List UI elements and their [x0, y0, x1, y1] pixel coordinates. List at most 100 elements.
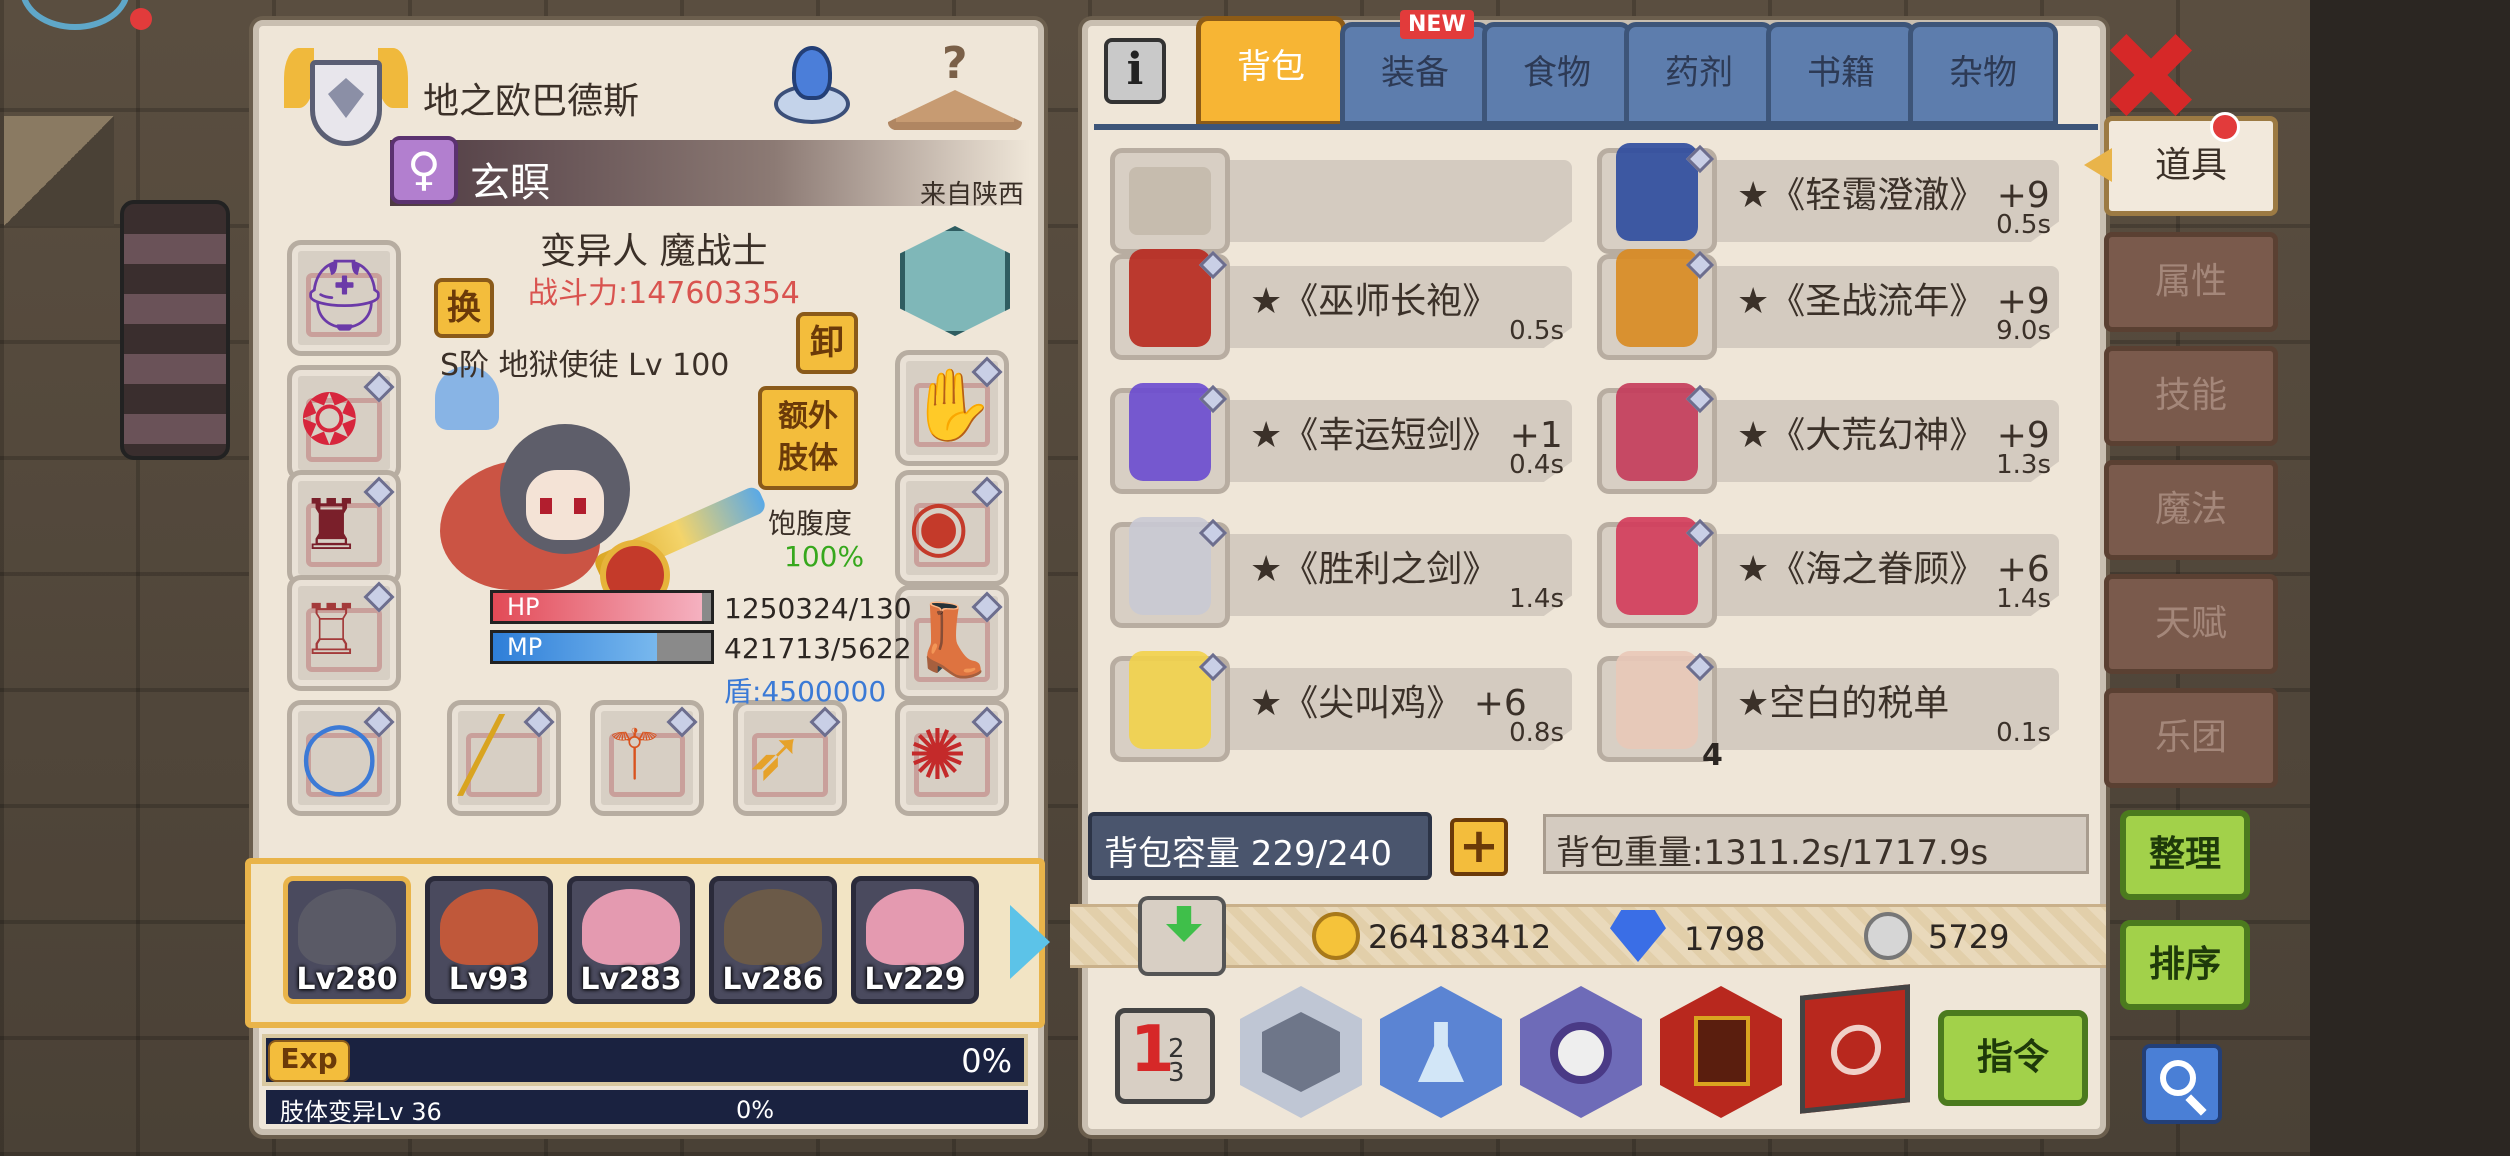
item-label-bar — [1220, 160, 1572, 242]
inventory-item[interactable]: ★《胜利之剑》 1.4s — [1110, 517, 1590, 628]
tab-backpack[interactable]: 背包 — [1196, 16, 1346, 126]
equip-slot-belt[interactable]: ◉ — [895, 470, 1009, 586]
info-icon[interactable]: i — [1104, 38, 1166, 104]
crystal-orb-icon[interactable] — [760, 40, 864, 136]
inventory-item[interactable]: ★《大荒幻神》 +9 1.3s — [1597, 383, 2077, 494]
satiety-label: 饱腹度 — [768, 507, 853, 540]
tab-food[interactable]: 食物 — [1482, 22, 1632, 126]
equip-slot-bow[interactable]: ➶ — [733, 700, 847, 816]
capacity-box: 背包容量 229/240 — [1088, 812, 1432, 880]
inventory-item[interactable] — [1110, 148, 1590, 254]
item-weight: 1.4s — [1996, 584, 2051, 614]
download-icon[interactable] — [1138, 896, 1226, 976]
silver-coin-icon — [1864, 912, 1912, 960]
equip-slot-weapon-spear[interactable]: ⚚ — [590, 700, 704, 816]
equip-slot-necklace[interactable]: ❂ — [287, 365, 401, 481]
satiety-value: 100% — [784, 540, 865, 573]
item-name: ★《胜利之剑》 — [1250, 549, 1499, 590]
item-weight: 0.4s — [1509, 450, 1564, 480]
equip-slot-weapon-staff[interactable]: ╱ — [447, 700, 561, 816]
party-portrait — [866, 889, 964, 965]
unequip-button[interactable]: 卸 — [796, 312, 858, 374]
rune-cube-button[interactable] — [1800, 984, 1910, 1114]
tab-books[interactable]: 书籍 — [1766, 22, 1916, 126]
party-member[interactable]: Lv283 — [567, 876, 695, 1004]
new-badge: NEW — [1400, 10, 1474, 39]
limb-exp-label: 肢体变异Lv 36 — [280, 1098, 442, 1126]
side-tab[interactable]: 乐团 — [2104, 688, 2278, 788]
hp-value: 1250324/130 — [724, 592, 912, 625]
hanger-help-icon[interactable]: ? — [880, 38, 1028, 138]
organize-button[interactable]: 整理 — [2120, 810, 2250, 900]
item-weight: 1.3s — [1996, 450, 2051, 480]
empty-slot — [1110, 148, 1230, 254]
silver-amount: 5729 — [1928, 918, 2010, 956]
character-sprite — [440, 400, 768, 620]
equip-slot-ring[interactable]: ◯ — [287, 700, 401, 816]
inventory-item[interactable]: ★《幸运短剑》 +1 0.4s — [1110, 383, 1590, 494]
party-member[interactable]: Lv286 — [709, 876, 837, 1004]
command-button[interactable]: 指令 — [1938, 1010, 2088, 1106]
item-weight: 0.5s — [1509, 316, 1564, 346]
tab-potion[interactable]: 药剂 — [1624, 22, 1774, 126]
inventory-item[interactable]: ★《轻霭澄澈》 +9 0.5s — [1597, 143, 2077, 254]
extra-limb-button[interactable]: 额外肢体 — [758, 386, 858, 490]
notification-dot — [130, 8, 152, 30]
side-tab[interactable]: 魔法 — [2104, 460, 2278, 560]
inventory-item[interactable]: ★《圣战流年》 +9 9.0s — [1597, 249, 2077, 360]
character-class: 变异人 魔战士 — [540, 231, 768, 272]
item-count: 4 — [1702, 738, 1723, 773]
side-tab[interactable]: 技能 — [2104, 346, 2278, 446]
shield-value: 盾:4500000 — [724, 675, 887, 708]
item-name: ★《尖叫鸡》 +6 — [1250, 683, 1527, 724]
party-level: Lv93 — [448, 962, 530, 997]
side-tab[interactable]: 天赋 — [2104, 574, 2278, 674]
extra-limb-label: 额外肢体 — [778, 399, 838, 476]
hp-label: HP — [507, 593, 540, 621]
capacity-label: 背包容量 229/240 — [1104, 834, 1393, 874]
inventory-item[interactable]: ★《尖叫鸡》 +6 0.8s — [1110, 651, 1590, 762]
equip-slot-gauntlet[interactable]: ✋ — [895, 350, 1009, 466]
side-tab[interactable]: 道具 — [2104, 116, 2278, 216]
inventory-item[interactable]: ★《巫师长袍》 0.5s — [1110, 249, 1590, 360]
party-portrait — [298, 889, 396, 965]
gender-icon: ♀ — [390, 136, 458, 204]
equip-slot-boots[interactable]: 👢 — [895, 585, 1009, 701]
equip-slot-armor[interactable]: ♖ — [287, 575, 401, 691]
limb-exp-percent: 0% — [736, 1096, 775, 1124]
tab-underline — [1094, 124, 2098, 130]
pet-label: S阶 地狱使徒 Lv 100 — [440, 348, 730, 383]
item-weight: 0.1s — [1996, 718, 2051, 748]
inventory-item[interactable]: 4 ★空白的税单 0.1s — [1597, 651, 2077, 773]
sort-button[interactable]: 排序 — [2120, 920, 2250, 1010]
short-sword-icon — [1110, 383, 1230, 494]
item-name: ★《巫师长袍》 — [1250, 281, 1499, 322]
trident-icon — [1597, 517, 1717, 628]
expand-capacity-button[interactable]: + — [1450, 818, 1508, 876]
gold-coin-icon — [1312, 912, 1360, 960]
party-member[interactable]: Lv280 — [283, 876, 411, 1004]
decor-pillar — [120, 200, 230, 460]
equip-slot-helmet[interactable]: ⛑ — [287, 240, 401, 356]
inventory-item[interactable]: ★《海之眷顾》 +6 1.4s — [1597, 517, 2077, 628]
search-icon[interactable] — [2142, 1044, 2222, 1124]
equip-slot-accessory[interactable]: ✺ — [895, 700, 1009, 816]
side-tab-notification-dot — [2210, 112, 2240, 142]
swap-button[interactable]: 换 — [434, 278, 494, 338]
rank-emblem-icon[interactable] — [284, 38, 408, 148]
weight-box: 背包重量:1311.2s/1717.9s — [1543, 814, 2089, 874]
mp-bar: MP — [490, 630, 714, 664]
blade-icon — [1597, 383, 1717, 494]
rubber-chicken-icon — [1110, 651, 1230, 762]
party-member[interactable]: Lv229 — [851, 876, 979, 1004]
combat-power: 战斗力:147603354 — [528, 276, 800, 311]
equip-slot-cloak[interactable]: ♜ — [287, 470, 401, 586]
tab-misc[interactable]: 杂物 — [1908, 22, 2058, 126]
party-level: Lv280 — [296, 962, 398, 997]
side-tab[interactable]: 属性 — [2104, 232, 2278, 332]
party-portrait — [440, 889, 538, 965]
item-weight: 0.8s — [1509, 718, 1564, 748]
sort-numeric-button[interactable]: 1 23 — [1115, 1008, 1215, 1104]
party-member[interactable]: Lv93 — [425, 876, 553, 1004]
sword-icon — [1110, 517, 1230, 628]
